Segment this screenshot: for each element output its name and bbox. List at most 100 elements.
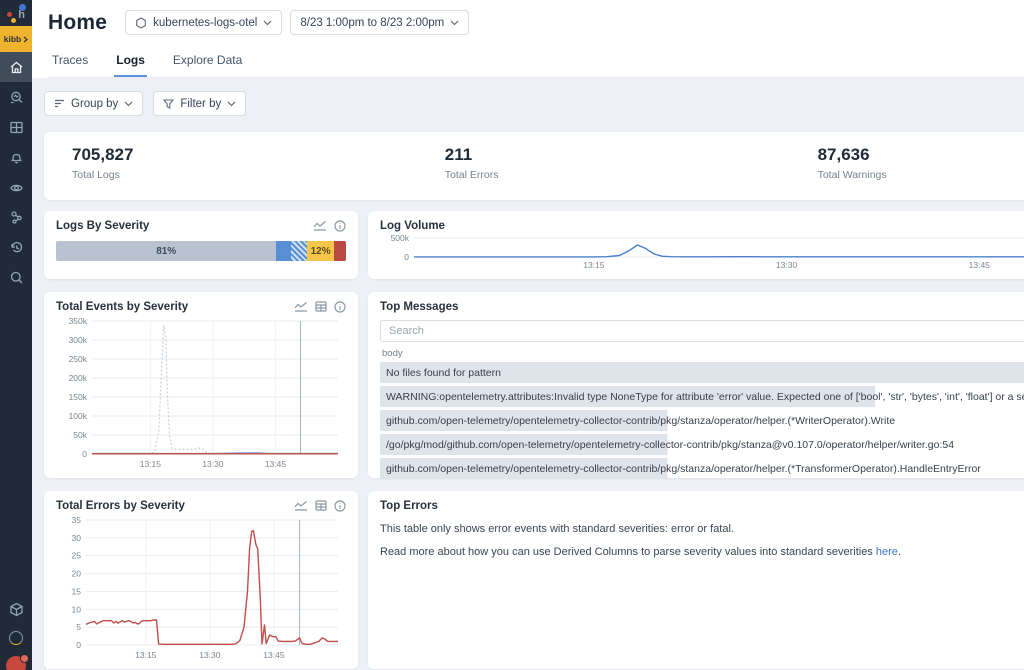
severity-stacked-bar[interactable]: 81% 12% — [56, 241, 346, 261]
bell-icon — [9, 150, 24, 165]
stat-value: 705,827 — [72, 145, 445, 165]
query-icon — [9, 90, 24, 105]
filter-by-dropdown[interactable]: Filter by — [153, 91, 246, 116]
period: . — [898, 546, 901, 558]
sidebar-item-slos[interactable] — [0, 172, 32, 202]
tab-bar: Traces Logs Explore Data — [48, 49, 1024, 78]
service-map-icon — [9, 210, 24, 225]
chevron-down-icon — [263, 20, 272, 26]
package-icon — [9, 602, 24, 617]
home-icon — [9, 60, 24, 75]
time-range-label: 8/23 1:00pm to 8/23 2:00pm — [300, 17, 444, 29]
severity-segment[interactable] — [276, 241, 291, 261]
page-header: Home kubernetes-logs-otel 8/23 1:00pm to… — [32, 0, 1024, 78]
stat-label: Total Warnings — [818, 169, 1024, 181]
svg-text:13:45: 13:45 — [263, 650, 285, 660]
table-row[interactable]: /go/pkg/mod/github.com/open-telemetry/op… — [380, 434, 1024, 455]
svg-text:350k: 350k — [69, 316, 88, 326]
sidebar-item-query[interactable] — [0, 82, 32, 112]
group-by-dropdown[interactable]: Group by — [44, 91, 143, 116]
sidebar-item-search[interactable] — [0, 262, 32, 292]
svg-text:13:45: 13:45 — [969, 260, 991, 270]
svg-text:15: 15 — [72, 586, 82, 596]
svg-text:250k: 250k — [69, 354, 88, 364]
severity-segment[interactable]: 81% — [56, 241, 276, 261]
svg-text:35: 35 — [72, 515, 82, 525]
table-row[interactable]: github.com/open-telemetry/opentelemetry-… — [380, 458, 1024, 479]
sidebar-item-triggers[interactable] — [0, 142, 32, 172]
sidebar-item-boards[interactable] — [0, 112, 32, 142]
sidebar-item-service-map[interactable] — [0, 202, 32, 232]
search-input[interactable] — [380, 320, 1024, 342]
environment-selector[interactable]: kubernetes-logs-otel — [125, 10, 282, 35]
svg-text:50k: 50k — [73, 430, 87, 440]
stat-total-logs: 705,827 Total Logs — [72, 145, 445, 200]
tab-logs[interactable]: Logs — [114, 49, 147, 77]
chevron-down-icon — [227, 101, 236, 107]
time-range-selector[interactable]: 8/23 1:00pm to 8/23 2:00pm — [290, 10, 469, 35]
svg-text:20: 20 — [72, 569, 82, 579]
filter-by-label: Filter by — [180, 98, 221, 110]
boards-icon — [9, 120, 24, 135]
log-volume-card: Log Volume 0500k13:1513:3013:45 — [368, 211, 1024, 279]
table-row[interactable]: WARNING:opentelemetry.attributes:Invalid… — [380, 386, 1024, 407]
line-chart-icon[interactable] — [294, 301, 308, 312]
derived-columns-link[interactable]: here — [876, 546, 898, 558]
svg-text:13:45: 13:45 — [265, 459, 287, 469]
svg-text:13:15: 13:15 — [135, 650, 157, 660]
total-events-chart[interactable]: 050k100k150k200k250k300k350k13:1513:3013… — [56, 313, 346, 470]
severity-segment[interactable] — [334, 241, 346, 261]
tab-explore-data[interactable]: Explore Data — [171, 49, 244, 77]
svg-text:200k: 200k — [69, 373, 88, 383]
stat-total-warnings: 87,636 Total Warnings — [818, 145, 1024, 200]
table-icon[interactable] — [315, 500, 327, 511]
svg-text:13:30: 13:30 — [776, 260, 798, 270]
sidebar-item-activity[interactable] — [0, 232, 32, 262]
stat-value: 87,636 — [818, 145, 1024, 165]
svg-text:25: 25 — [72, 551, 82, 561]
svg-text:0: 0 — [76, 640, 81, 650]
card-title: Log Volume — [380, 220, 445, 232]
table-row[interactable]: No files found for pattern45,025 — [380, 362, 1024, 383]
logo-letter: h — [18, 9, 25, 21]
severity-segment[interactable]: 12% — [307, 241, 335, 261]
total-events-by-severity-card: Total Events by Severity 050k100k150k200… — [44, 292, 358, 478]
message-text: No files found for pattern — [386, 367, 1024, 379]
line-chart-icon[interactable] — [313, 220, 327, 231]
user-avatar[interactable] — [6, 656, 26, 670]
card-title: Top Messages — [380, 301, 458, 313]
column-header-body: body — [382, 348, 1024, 359]
tab-traces[interactable]: Traces — [50, 49, 90, 77]
filter-icon — [163, 99, 174, 109]
card-title: Total Events by Severity — [56, 301, 188, 313]
info-icon[interactable] — [334, 301, 346, 313]
card-title: Total Errors by Severity — [56, 500, 185, 512]
group-by-label: Group by — [71, 98, 118, 110]
logo-dot — [7, 12, 12, 17]
sidebar-item-docs[interactable] — [0, 594, 32, 624]
team-switcher[interactable]: kibb — [0, 26, 32, 52]
search-icon — [9, 270, 24, 285]
line-chart-icon[interactable] — [294, 500, 308, 511]
top-messages-table: No files found for pattern45,025 WARNING:… — [380, 362, 1024, 479]
chevron-down-icon — [450, 20, 459, 26]
environment-name: kubernetes-logs-otel — [153, 17, 257, 29]
usage-ring-icon[interactable] — [9, 631, 23, 645]
total-errors-chart[interactable]: 0510152025303513:1513:3013:45 — [56, 512, 346, 661]
table-icon[interactable] — [315, 301, 327, 312]
stat-total-errors: 211 Total Errors — [445, 145, 818, 200]
info-icon[interactable] — [334, 220, 346, 232]
table-row[interactable]: github.com/open-telemetry/opentelemetry-… — [380, 410, 1024, 431]
log-volume-chart[interactable]: 0500k13:1513:3013:45 — [380, 232, 1024, 271]
svg-text:30: 30 — [72, 533, 82, 543]
environment-icon — [135, 17, 147, 29]
top-errors-note-1: This table only shows error events with … — [380, 523, 1024, 535]
info-icon[interactable] — [334, 500, 346, 512]
stat-label: Total Errors — [445, 169, 818, 181]
honeycomb-logo[interactable]: h — [0, 0, 32, 26]
severity-segment[interactable] — [291, 241, 307, 261]
group-by-icon — [54, 99, 65, 108]
message-text: github.com/open-telemetry/opentelemetry-… — [386, 463, 1024, 475]
logo-dot — [11, 18, 16, 23]
sidebar-item-home[interactable] — [0, 52, 32, 82]
